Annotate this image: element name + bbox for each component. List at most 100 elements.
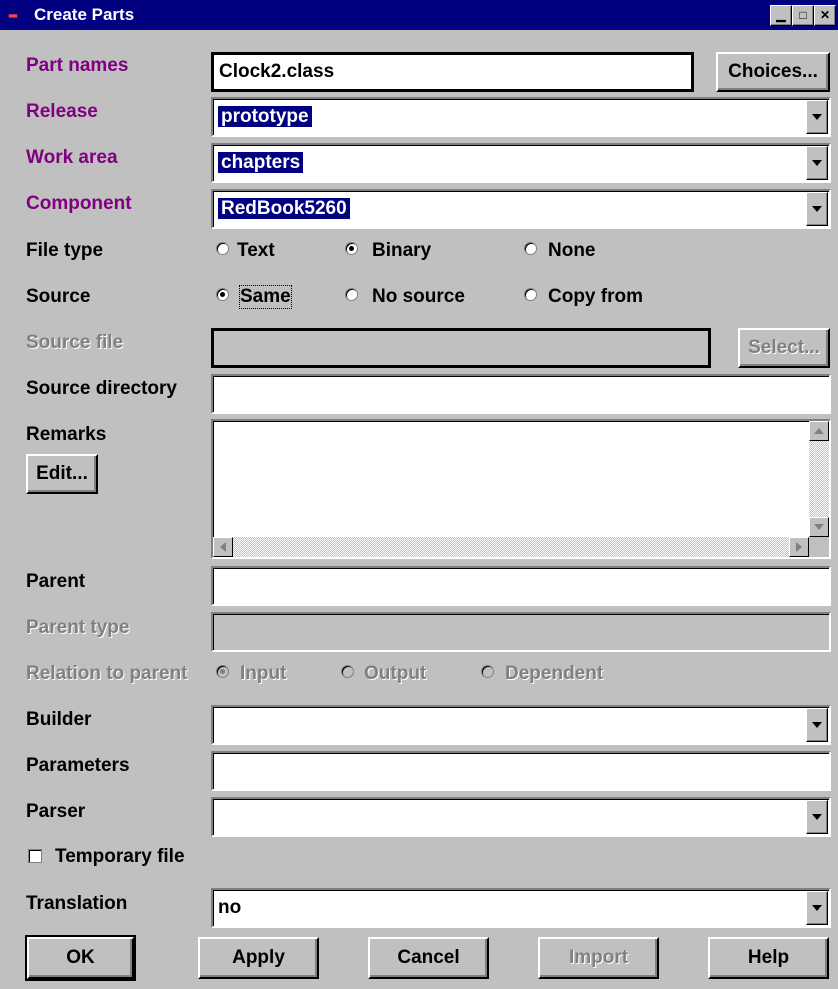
scroll-up-button[interactable] [809,421,829,441]
relation-output-label[interactable]: Output [364,663,426,685]
component-dropdown[interactable]: RedBook5260 [211,189,831,229]
source-same-radio[interactable] [216,288,229,301]
radio-selected-dot [349,246,354,251]
release-value: prototype [217,105,313,128]
builder-dropdown[interactable] [211,705,831,745]
edit-label: Edit... [36,463,88,484]
chevron-down-icon [812,722,822,728]
release-label: Release [26,101,98,122]
file-type-none-label[interactable]: None [548,240,596,262]
temporary-file-checkbox[interactable] [28,849,42,863]
translation-value: no [218,897,242,918]
ok-label: OK [66,947,95,968]
ok-button[interactable]: OK [25,935,136,981]
close-icon: ✕ [819,8,831,22]
close-button[interactable]: ✕ [814,5,836,26]
cancel-label: Cancel [397,947,460,968]
choices-label: Choices... [728,61,818,82]
work-area-dropdown-button[interactable] [806,146,828,180]
parameters-label: Parameters [26,755,130,776]
radio-selected-dot [220,292,225,297]
file-type-text-label[interactable]: Text [237,240,275,262]
parameters-input[interactable] [211,751,831,791]
select-button[interactable]: Select... [738,328,830,368]
source-copy-from-label[interactable]: Copy from [548,286,643,308]
parser-dropdown-button[interactable] [806,800,828,834]
radio-selected-dot [220,669,225,674]
arrow-left-icon [220,542,226,552]
scroll-left-button[interactable] [213,537,233,557]
maximize-icon: □ [799,8,807,22]
minimize-icon: ▁ [776,8,786,22]
source-copy-from-radio[interactable] [524,288,537,301]
relation-dependent-radio[interactable] [481,665,494,678]
scroll-down-button[interactable] [809,517,829,537]
translation-dropdown-button[interactable] [806,891,828,925]
source-no-source-radio[interactable] [345,288,358,301]
parser-label: Parser [26,801,86,822]
chevron-down-icon [812,814,822,820]
component-value: RedBook5260 [217,197,351,220]
apply-button[interactable]: Apply [198,937,319,979]
title-bar[interactable]: ▪▪▪ Create Parts ▁ □ ✕ [0,0,838,30]
file-type-binary-radio[interactable] [345,242,358,255]
choices-button[interactable]: Choices... [716,52,830,92]
work-area-value: chapters [216,151,305,174]
component-label: Component [26,193,132,214]
temporary-file-label[interactable]: Temporary file [55,846,185,868]
release-dropdown-button[interactable] [806,100,828,134]
source-same-label[interactable]: Same [239,285,292,309]
parser-dropdown[interactable] [211,797,831,837]
source-file-label: Source file [26,332,124,353]
parent-input[interactable] [211,566,831,606]
source-label: Source [26,286,91,307]
translation-dropdown[interactable]: no [211,888,831,928]
chevron-down-icon [812,114,822,120]
part-names-label: Part names [26,55,129,76]
arrow-down-icon [814,524,824,530]
part-names-input[interactable]: Clock2.class [211,52,694,92]
scrollbar-corner [809,537,829,557]
relation-input-label[interactable]: Input [240,663,286,685]
app-icon: ▪▪▪ [8,8,18,23]
parent-type-input[interactable] [211,612,831,652]
relation-dependent-label[interactable]: Dependent [505,663,603,685]
import-button[interactable]: Import [538,937,659,979]
builder-dropdown-button[interactable] [806,708,828,742]
remarks-horizontal-scrollbar[interactable] [213,537,809,557]
scroll-right-button[interactable] [789,537,809,557]
arrow-up-icon [814,428,824,434]
relation-output-radio[interactable] [341,665,354,678]
file-type-none-radio[interactable] [524,242,537,255]
source-directory-label: Source directory [26,378,177,399]
source-no-source-label[interactable]: No source [372,286,465,308]
cancel-button[interactable]: Cancel [368,937,489,979]
help-label: Help [747,947,790,968]
window-title: Create Parts [34,5,135,24]
minimize-button[interactable]: ▁ [770,5,792,26]
work-area-label: Work area [26,147,118,168]
component-dropdown-button[interactable] [806,192,828,226]
file-type-binary-label[interactable]: Binary [372,240,431,262]
release-dropdown[interactable]: prototype [211,97,831,137]
remarks-label: Remarks [26,424,107,445]
file-type-label: File type [26,240,104,261]
parent-type-label: Parent type [26,617,130,638]
parent-label: Parent [26,571,86,592]
arrow-right-icon [796,542,802,552]
source-file-input[interactable] [211,328,711,368]
apply-label: Apply [232,947,285,968]
relation-to-parent-label: Relation to parent [26,663,188,684]
source-directory-input[interactable] [211,374,831,414]
builder-label: Builder [26,709,92,730]
translation-label: Translation [26,893,128,914]
remarks-textarea[interactable] [211,419,831,559]
file-type-text-radio[interactable] [216,242,229,255]
relation-input-radio[interactable] [216,665,229,678]
import-label: Import [568,947,629,968]
work-area-dropdown[interactable]: chapters [211,143,831,183]
edit-button[interactable]: Edit... [26,454,98,494]
chevron-down-icon [812,905,822,911]
maximize-button[interactable]: □ [792,5,814,26]
help-button[interactable]: Help [708,937,829,979]
